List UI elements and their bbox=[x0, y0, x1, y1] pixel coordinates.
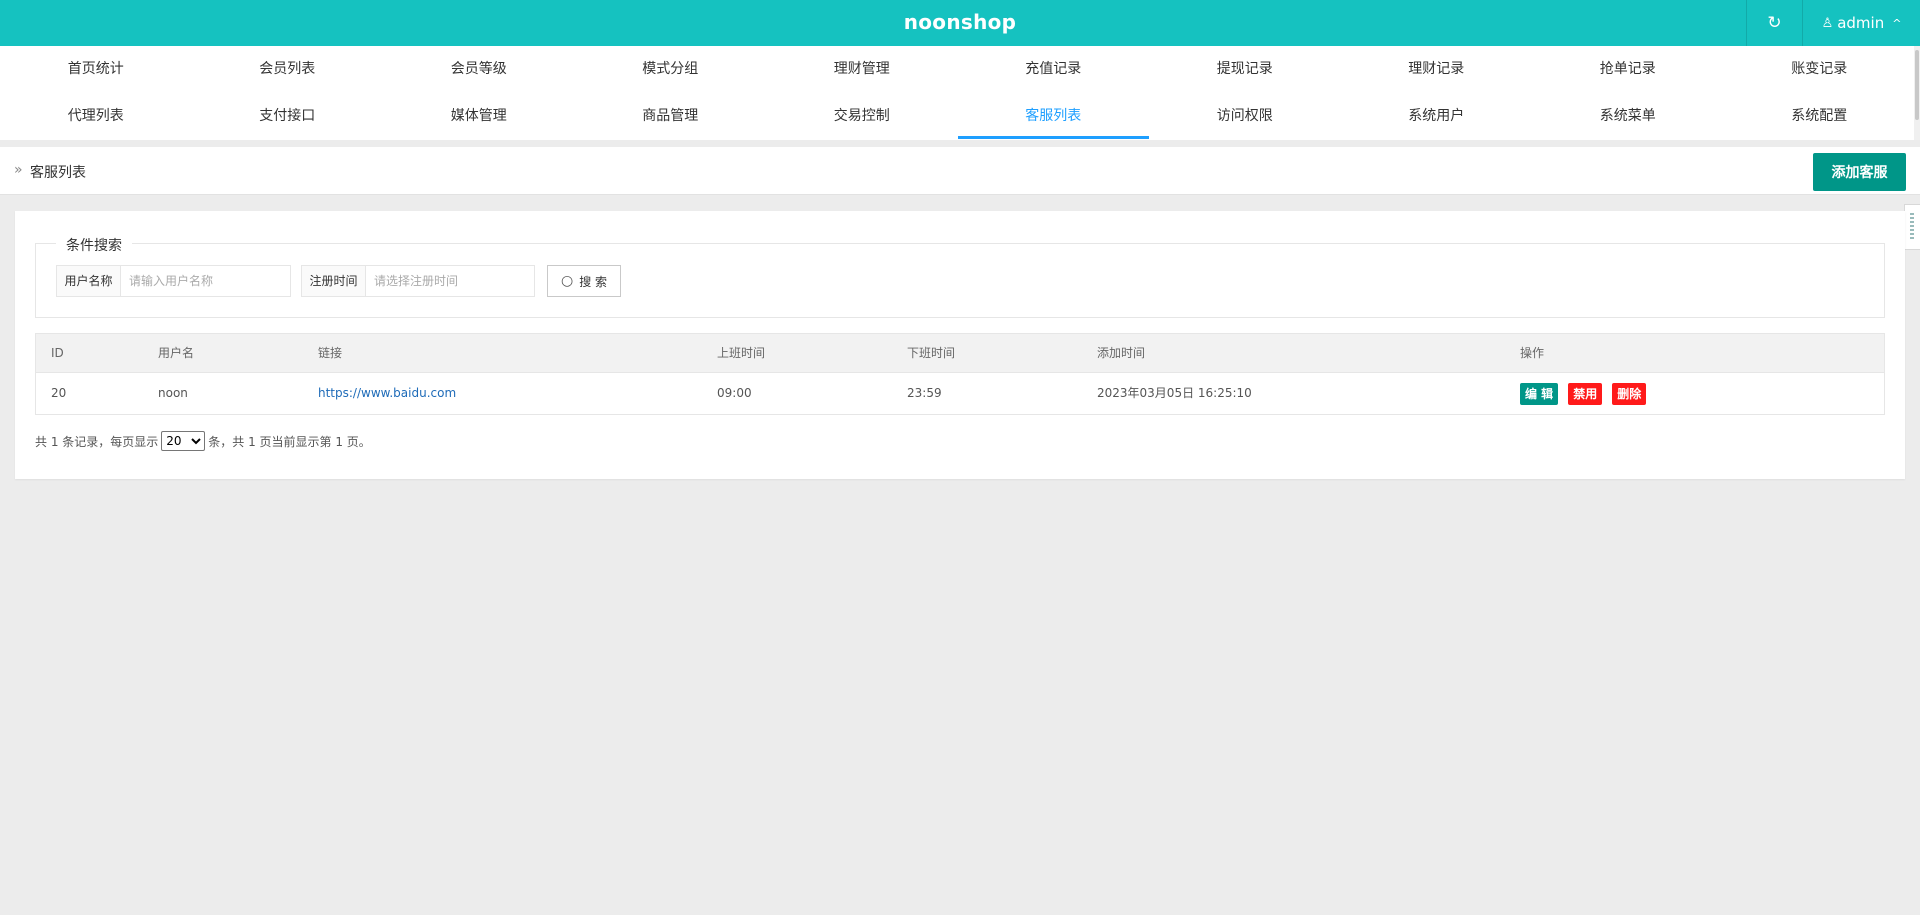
nav-item-payment-api[interactable]: 支付接口 bbox=[192, 93, 384, 140]
add-service-button[interactable]: 添加客服 bbox=[1813, 153, 1906, 191]
user-name: admin bbox=[1837, 14, 1885, 32]
cell-start-time: 09:00 bbox=[717, 386, 752, 400]
pagination: 共 1 条记录，每页显示 20 条，共 1 页当前显示第 1 页。 bbox=[35, 431, 371, 451]
table-header: ID 用户名 链接 上班时间 下班时间 添加时间 操作 bbox=[36, 334, 1884, 373]
username-label: 用户名称 bbox=[57, 266, 121, 296]
nav-item-access-rights[interactable]: 访问权限 bbox=[1149, 93, 1341, 140]
pager-suffix: 条，共 1 页当前显示第 1 页。 bbox=[208, 434, 371, 449]
page-titlebar: » 客服列表 添加客服 bbox=[0, 147, 1920, 195]
nav-row-1: 首页统计 会员列表 会员等级 模式分组 理财管理 充值记录 提现记录 理财记录 … bbox=[0, 46, 1915, 93]
nav-item-finance-manage[interactable]: 理财管理 bbox=[766, 46, 958, 93]
nav-item-system-users[interactable]: 系统用户 bbox=[1341, 93, 1533, 140]
nav-item-system-config[interactable]: 系统配置 bbox=[1724, 93, 1916, 140]
edit-button[interactable]: 编 辑 bbox=[1520, 382, 1559, 405]
grip-icon bbox=[1910, 213, 1914, 241]
regtime-label: 注册时间 bbox=[302, 266, 366, 296]
chevron-up-icon: ^ bbox=[1892, 16, 1902, 30]
col-header-actions: 操作 bbox=[1520, 346, 1545, 360]
user-icon: ♙ bbox=[1821, 15, 1834, 31]
nav-item-home-stats[interactable]: 首页统计 bbox=[0, 46, 192, 93]
refresh-icon: ↻ bbox=[1767, 13, 1782, 33]
nav-item-recharge-records[interactable]: 充值记录 bbox=[958, 46, 1150, 93]
cell-end-time: 23:59 bbox=[907, 386, 942, 400]
col-header-end-time: 下班时间 bbox=[907, 346, 956, 360]
page-size-select[interactable]: 20 bbox=[161, 431, 206, 451]
page-title: 客服列表 bbox=[30, 165, 86, 181]
table-row: 20 noon https://www.baidu.com 09:00 23:5… bbox=[36, 373, 1884, 414]
user-menu[interactable]: ♙ admin ^ bbox=[1802, 0, 1920, 46]
col-header-added-time: 添加时间 bbox=[1097, 346, 1146, 360]
service-table: ID 用户名 链接 上班时间 下班时间 添加时间 操作 20 noon http… bbox=[35, 333, 1885, 415]
search-icon: ○ bbox=[560, 273, 574, 289]
nav-item-grab-records[interactable]: 抢单记录 bbox=[1532, 46, 1724, 93]
nav-item-media-manage[interactable]: 媒体管理 bbox=[383, 93, 575, 140]
cell-id: 20 bbox=[51, 386, 67, 400]
nav-row-2: 代理列表 支付接口 媒体管理 商品管理 交易控制 客服列表 访问权限 系统用户 … bbox=[0, 93, 1915, 140]
nav-item-agent-list[interactable]: 代理列表 bbox=[0, 93, 192, 140]
username-field: 用户名称 bbox=[56, 265, 291, 297]
col-header-id: ID bbox=[51, 346, 64, 360]
nav-item-product-manage[interactable]: 商品管理 bbox=[575, 93, 767, 140]
search-fieldset: 条件搜索 用户名称 注册时间 ○ 搜 索 bbox=[35, 235, 1885, 318]
nav-item-balance-records[interactable]: 账变记录 bbox=[1724, 46, 1916, 93]
nav-item-mode-group[interactable]: 模式分组 bbox=[575, 46, 767, 93]
regtime-input[interactable] bbox=[366, 266, 534, 296]
col-header-start-time: 上班时间 bbox=[717, 346, 766, 360]
top-header: noonshop ↻ ♙ admin ^ bbox=[0, 0, 1920, 46]
refresh-button[interactable]: ↻ bbox=[1746, 0, 1802, 46]
content-card: 条件搜索 用户名称 注册时间 ○ 搜 索 ID 用户名 链接 上班时间 下班时间… bbox=[15, 211, 1905, 479]
username-input[interactable] bbox=[121, 266, 290, 296]
nav-scrollbar-thumb[interactable] bbox=[1915, 50, 1919, 120]
cell-link[interactable]: https://www.baidu.com bbox=[318, 373, 456, 414]
nav-item-finance-records[interactable]: 理财记录 bbox=[1341, 46, 1533, 93]
double-chevron-icon: » bbox=[14, 162, 23, 178]
cell-added-time: 2023年03月05日 16:25:10 bbox=[1097, 386, 1252, 400]
search-button-label: 搜 索 bbox=[579, 274, 608, 289]
nav-item-member-list[interactable]: 会员列表 bbox=[192, 46, 384, 93]
cell-actions: 编 辑 禁用 删除 bbox=[1520, 373, 1647, 414]
nav-item-withdraw-records[interactable]: 提现记录 bbox=[1149, 46, 1341, 93]
nav-item-member-level[interactable]: 会员等级 bbox=[383, 46, 575, 93]
nav-item-trade-control[interactable]: 交易控制 bbox=[766, 93, 958, 140]
search-legend: 条件搜索 bbox=[56, 235, 132, 255]
side-drawer-handle[interactable] bbox=[1904, 204, 1920, 250]
search-button[interactable]: ○ 搜 索 bbox=[547, 265, 621, 297]
main-nav: 首页统计 会员列表 会员等级 模式分组 理财管理 充值记录 提现记录 理财记录 … bbox=[0, 46, 1920, 140]
regtime-field: 注册时间 bbox=[301, 265, 535, 297]
disable-button[interactable]: 禁用 bbox=[1568, 382, 1603, 405]
col-header-link: 链接 bbox=[318, 346, 343, 360]
pager-prefix: 共 1 条记录，每页显示 bbox=[35, 434, 159, 449]
nav-item-system-menu[interactable]: 系统菜单 bbox=[1532, 93, 1724, 140]
nav-scrollbar[interactable] bbox=[1914, 46, 1920, 140]
cell-username: noon bbox=[158, 386, 188, 400]
delete-button[interactable]: 删除 bbox=[1612, 382, 1647, 405]
brand-title: noonshop bbox=[903, 10, 1017, 34]
nav-item-service-list[interactable]: 客服列表 bbox=[957, 93, 1150, 140]
col-header-username: 用户名 bbox=[158, 346, 195, 360]
